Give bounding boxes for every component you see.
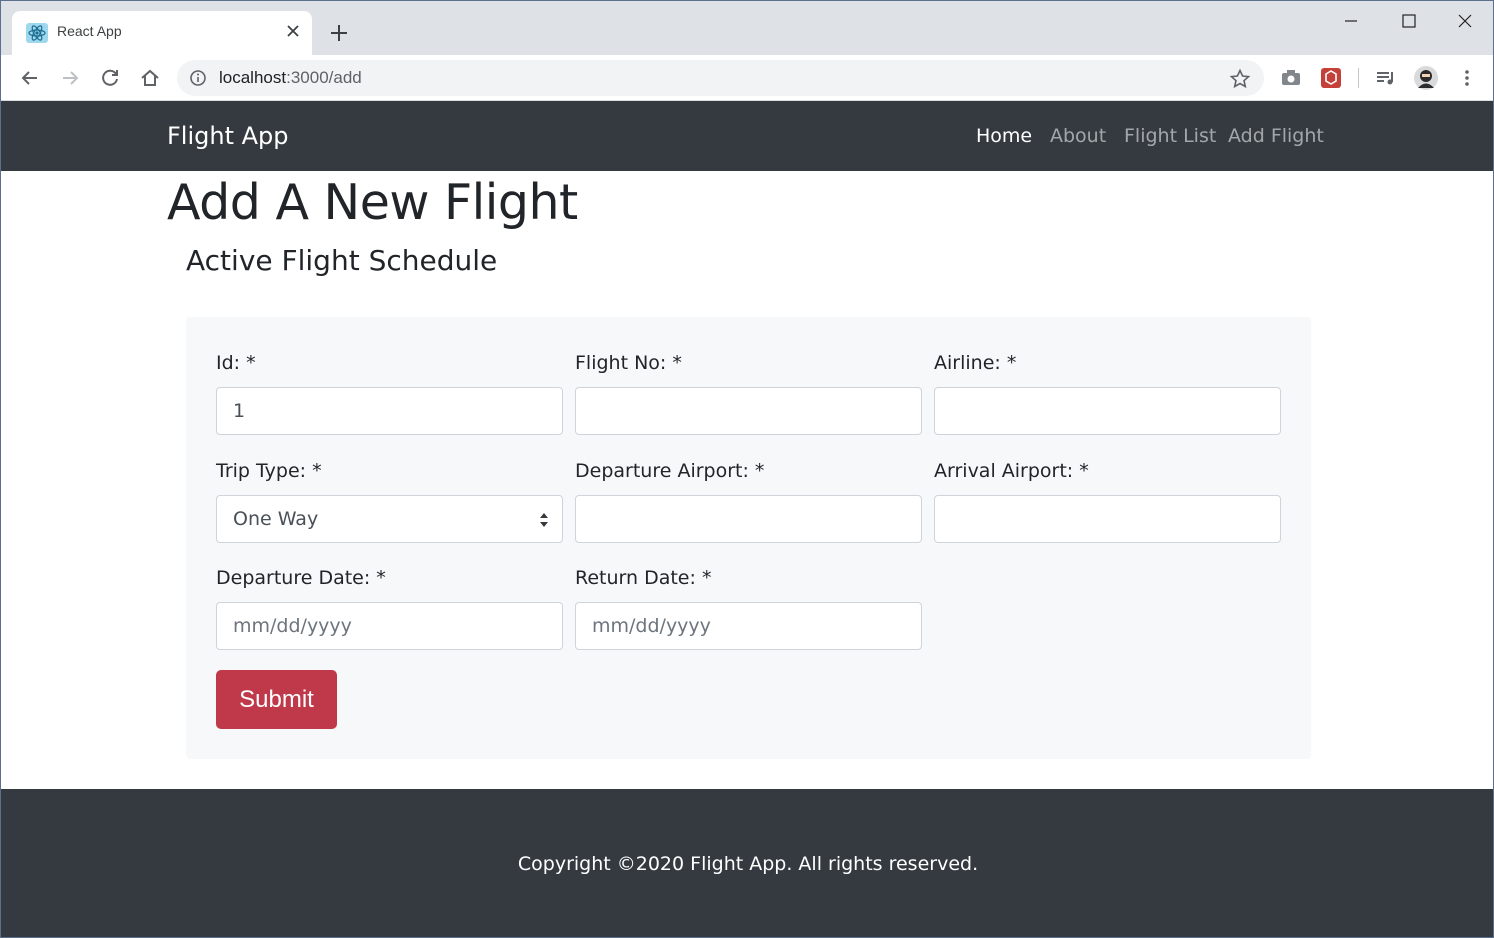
- web-page: Flight App Home About Flight List Add Fl…: [1, 101, 1493, 937]
- nav-link-home[interactable]: Home: [976, 125, 1032, 147]
- tab-title: React App: [57, 23, 122, 39]
- home-icon[interactable]: [137, 65, 163, 91]
- react-logo-icon: [26, 23, 48, 43]
- browser-tab[interactable]: React App: [12, 11, 312, 55]
- navbar: Flight App Home About Flight List Add Fl…: [1, 101, 1493, 171]
- camera-icon[interactable]: [1278, 65, 1304, 91]
- nav-link-flight-list[interactable]: Flight List: [1124, 125, 1216, 147]
- close-icon[interactable]: [282, 20, 304, 42]
- reload-icon[interactable]: [97, 65, 123, 91]
- trip-type-label: Trip Type: *: [216, 460, 322, 482]
- airline-label: Airline: *: [934, 352, 1017, 374]
- footer: Copyright ©2020 Flight App. All rights r…: [1, 789, 1493, 937]
- id-input[interactable]: 1: [216, 387, 563, 435]
- back-arrow-icon[interactable]: [17, 65, 43, 91]
- arrival-airport-input[interactable]: [934, 495, 1281, 543]
- copyright-text: Copyright ©2020 Flight App. All rights r…: [517, 853, 979, 875]
- select-arrows-icon: [540, 513, 548, 527]
- nav-link-add-flight[interactable]: Add Flight: [1228, 125, 1324, 147]
- trip-type-select[interactable]: One Way: [216, 495, 563, 543]
- navbar-brand[interactable]: Flight App: [167, 122, 289, 150]
- submit-button[interactable]: Submit: [216, 670, 337, 729]
- trip-type-selected: One Way: [233, 508, 319, 530]
- toolbar-divider: [1358, 68, 1359, 88]
- media-control-icon[interactable]: [1373, 65, 1399, 91]
- return-date-label: Return Date: *: [575, 567, 712, 589]
- more-vertical-icon[interactable]: [1454, 65, 1480, 91]
- browser-window: React App localhost:3000/add Flight App …: [0, 0, 1494, 938]
- page-title: Add A New Flight: [167, 174, 578, 231]
- info-icon[interactable]: [189, 69, 207, 87]
- extension-icon[interactable]: [1318, 65, 1344, 91]
- nav-link-about[interactable]: About: [1050, 125, 1106, 147]
- return-date-input[interactable]: mm/dd/yyyy: [575, 602, 922, 650]
- departure-date-input[interactable]: mm/dd/yyyy: [216, 602, 563, 650]
- departure-airport-label: Departure Airport: *: [575, 460, 765, 482]
- browser-toolbar: localhost:3000/add: [1, 55, 1493, 101]
- address-bar[interactable]: localhost:3000/add: [177, 60, 1264, 96]
- profile-avatar-icon[interactable]: [1413, 65, 1439, 91]
- flight-no-label: Flight No: *: [575, 352, 682, 374]
- maximize-icon[interactable]: [1397, 9, 1421, 33]
- add-flight-form: Id: * 1 Flight No: * Airline: * Trip Typ…: [186, 317, 1311, 759]
- forward-arrow-icon[interactable]: [57, 65, 83, 91]
- minimize-icon[interactable]: [1339, 9, 1363, 33]
- url-text: localhost:3000/add: [219, 68, 362, 87]
- departure-date-label: Departure Date: *: [216, 567, 386, 589]
- id-label: Id: *: [216, 352, 256, 374]
- airline-input[interactable]: [934, 387, 1281, 435]
- plus-icon[interactable]: [326, 20, 352, 46]
- page-subtitle: Active Flight Schedule: [186, 244, 498, 277]
- close-window-icon[interactable]: [1453, 9, 1477, 33]
- tab-strip: React App: [1, 1, 1493, 55]
- flight-no-input[interactable]: [575, 387, 922, 435]
- departure-airport-input[interactable]: [575, 495, 922, 543]
- arrival-airport-label: Arrival Airport: *: [934, 460, 1089, 482]
- star-icon[interactable]: [1229, 68, 1251, 90]
